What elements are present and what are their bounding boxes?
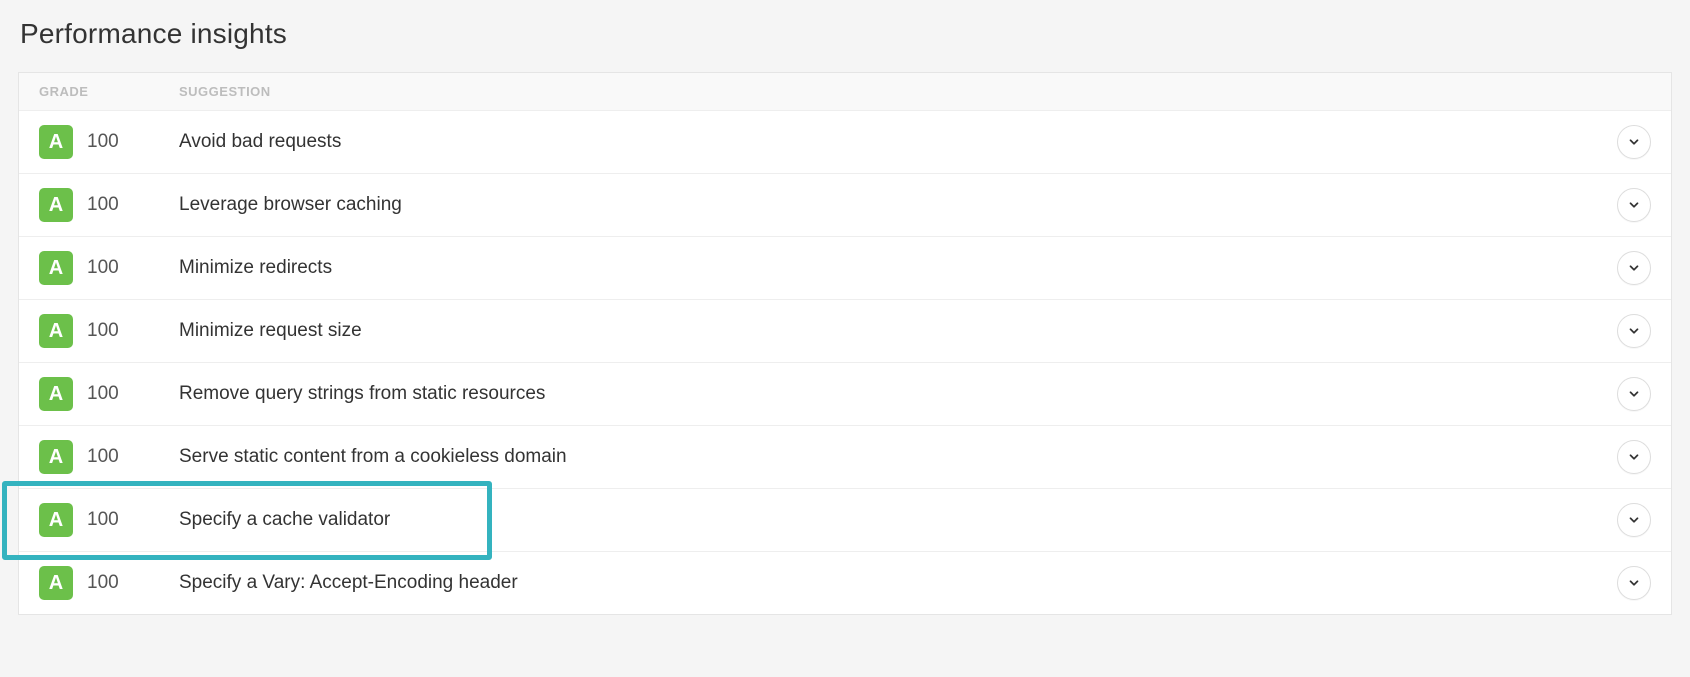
insights-panel: GRADE SUGGESTION A100Avoid bad requestsA… — [18, 72, 1672, 615]
table-header: GRADE SUGGESTION — [19, 73, 1671, 111]
grade-cell: A 100 — [39, 377, 179, 411]
grade-cell: A 100 — [39, 314, 179, 348]
table-row[interactable]: A 100 Remove query strings from static res… — [19, 362, 1671, 425]
expand-button[interactable] — [1617, 377, 1651, 411]
table-row[interactable]: A 100 Serve static content from a cookiele… — [19, 425, 1671, 488]
suggestion-text: Minimize request size — [179, 320, 1617, 342]
expand-button[interactable] — [1617, 251, 1651, 285]
expand-button[interactable] — [1617, 503, 1651, 537]
grade-score: 100 — [87, 383, 119, 405]
expand-button[interactable] — [1617, 188, 1651, 222]
page-title: Performance insights — [20, 18, 1672, 50]
table-row[interactable]: A 100 Leverage browser caching — [19, 173, 1671, 236]
expand-button[interactable] — [1617, 566, 1651, 600]
suggestion-text: Serve static content from a cookieless d… — [179, 446, 1617, 468]
suggestion-text: Avoid bad requests — [179, 131, 1617, 153]
chevron-down-icon — [1627, 450, 1641, 464]
expand-button[interactable] — [1617, 125, 1651, 159]
grade-badge: A — [39, 440, 73, 474]
chevron-down-icon — [1627, 513, 1641, 527]
suggestion-text: Specify a Vary: Accept-Encoding header — [179, 572, 1617, 594]
suggestion-text: Specify a cache validator — [179, 509, 1617, 531]
table-row[interactable]: A 100 Minimize request size — [19, 299, 1671, 362]
table-row[interactable]: A 100 Avoid bad requests — [19, 111, 1671, 173]
grade-score: 100 — [87, 446, 119, 468]
grade-cell: A 100 — [39, 125, 179, 159]
chevron-down-icon — [1627, 576, 1641, 590]
chevron-down-icon — [1627, 324, 1641, 338]
grade-badge: A — [39, 377, 73, 411]
expand-button[interactable] — [1617, 314, 1651, 348]
grade-score: 100 — [87, 509, 119, 531]
grade-badge: A — [39, 125, 73, 159]
grade-badge: A — [39, 188, 73, 222]
grade-badge: A — [39, 314, 73, 348]
grade-cell: A 100 — [39, 440, 179, 474]
grade-score: 100 — [87, 194, 119, 216]
grade-cell: A 100 — [39, 566, 179, 600]
chevron-down-icon — [1627, 387, 1641, 401]
grade-cell: A 100 — [39, 503, 179, 537]
page: Performance insights GRADE SUGGESTION A1… — [0, 0, 1690, 645]
column-header-grade: GRADE — [39, 84, 179, 99]
grade-badge: A — [39, 503, 73, 537]
grade-score: 100 — [87, 131, 119, 153]
column-header-suggestion: SUGGESTION — [179, 84, 1651, 99]
table-row[interactable]: A 100 Minimize redirects — [19, 236, 1671, 299]
grade-score: 100 — [87, 320, 119, 342]
grade-score: 100 — [87, 572, 119, 594]
chevron-down-icon — [1627, 135, 1641, 149]
suggestion-text: Leverage browser caching — [179, 194, 1617, 216]
table-row[interactable]: A 100 Specify a Vary: Accept-Encoding head… — [19, 551, 1671, 614]
grade-cell: A 100 — [39, 188, 179, 222]
expand-button[interactable] — [1617, 440, 1651, 474]
grade-cell: A 100 — [39, 251, 179, 285]
grade-badge: A — [39, 566, 73, 600]
table-body: A 100 Avoid bad requests A 100 Leverage brows… — [19, 111, 1671, 614]
grade-score: 100 — [87, 257, 119, 279]
table-row[interactable]: A 100 Specify a cache validator — [19, 488, 1671, 551]
chevron-down-icon — [1627, 261, 1641, 275]
chevron-down-icon — [1627, 198, 1641, 212]
grade-badge: A — [39, 251, 73, 285]
suggestion-text: Remove query strings from static resourc… — [179, 383, 1617, 405]
suggestion-text: Minimize redirects — [179, 257, 1617, 279]
